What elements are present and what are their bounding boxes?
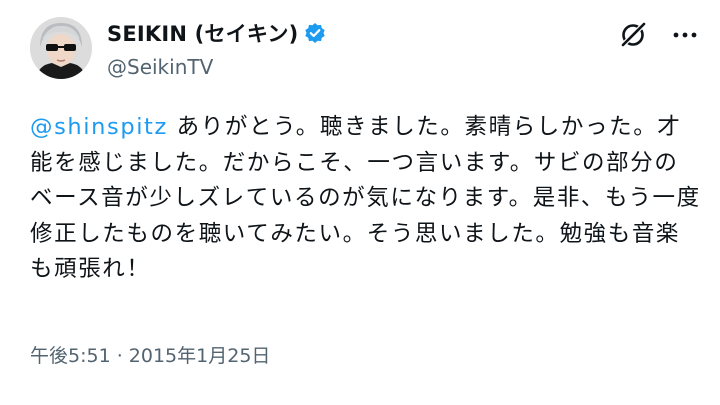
display-name[interactable]: SEIKIN (セイキン) (107, 18, 298, 48)
mention-link[interactable]: @shinspitz (30, 114, 168, 140)
tweet-card: SEIKIN (セイキン) @SeikinTV @shinspitz ありがとう… (0, 0, 720, 405)
avatar[interactable] (30, 17, 92, 79)
verified-badge-icon (304, 22, 326, 44)
more-options-icon[interactable] (672, 27, 698, 41)
tweet-timestamp[interactable]: 午後5:51 · 2015年1月25日 (30, 341, 270, 368)
author-info: SEIKIN (セイキン) @SeikinTV (107, 18, 326, 79)
name-row: SEIKIN (セイキン) (107, 18, 326, 48)
grok-icon[interactable] (618, 20, 648, 50)
user-handle[interactable]: @SeikinTV (107, 55, 326, 79)
tweet-text: @shinspitz ありがとう。聴きました。素晴らしかった。才能を感じました。… (30, 110, 702, 288)
